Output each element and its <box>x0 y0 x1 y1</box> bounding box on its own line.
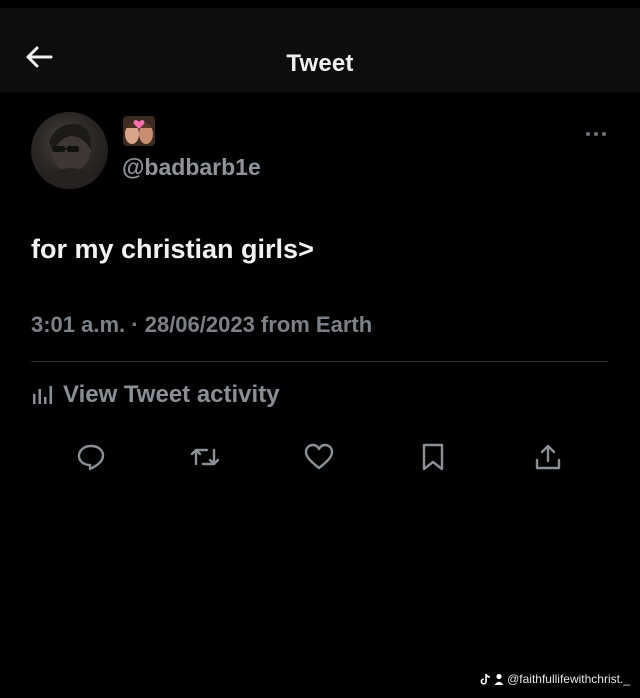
like-button[interactable] <box>302 440 336 474</box>
avatar-photo <box>39 123 103 189</box>
top-bar: Tweet <box>0 8 640 92</box>
more-dot <box>594 132 598 136</box>
user-handle[interactable]: @badbarb1e <box>122 154 261 181</box>
more-dot <box>602 132 606 136</box>
tiktok-icon <box>480 673 491 685</box>
reply-icon <box>77 444 105 471</box>
user-icon <box>494 673 504 685</box>
bookmark-button[interactable] <box>416 440 450 474</box>
share-icon <box>535 444 561 470</box>
watermark: @faithfullifewithchrist._ <box>480 672 630 686</box>
avatar[interactable] <box>31 112 108 189</box>
tweet-timestamp[interactable]: 3:01 a.m. · 28/06/2023 from Earth <box>31 312 372 338</box>
page-title: Tweet <box>286 50 354 77</box>
reply-button[interactable] <box>74 440 108 474</box>
bookmark-icon <box>422 443 444 471</box>
more-options-button[interactable] <box>581 125 611 143</box>
watermark-text: @faithfullifewithchrist._ <box>507 672 630 686</box>
retweet-icon <box>190 448 220 466</box>
view-activity-link[interactable]: View Tweet activity <box>31 381 280 409</box>
display-name-emoji <box>123 116 155 146</box>
bar-chart-icon <box>33 386 52 404</box>
divider <box>31 361 608 362</box>
heart-icon <box>304 443 334 470</box>
retweet-button[interactable] <box>188 440 222 474</box>
view-activity-label: View Tweet activity <box>63 381 280 408</box>
more-dot <box>586 132 590 136</box>
share-button[interactable] <box>531 440 565 474</box>
tweet-actions <box>0 440 640 474</box>
tweet-text: for my christian girls> <box>31 234 314 264</box>
